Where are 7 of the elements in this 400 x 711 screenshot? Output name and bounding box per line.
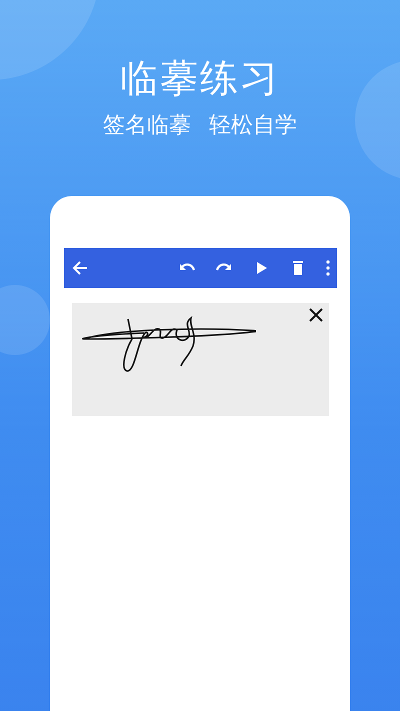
decor-circle [0, 285, 50, 355]
signature-pad[interactable] [72, 303, 328, 416]
more-icon[interactable] [324, 258, 330, 278]
tagline: 轻松自学 [209, 112, 297, 140]
close-icon[interactable] [308, 308, 322, 322]
tagline: 签名临摹 [103, 112, 191, 140]
headline: 临摹练习 [120, 56, 280, 100]
